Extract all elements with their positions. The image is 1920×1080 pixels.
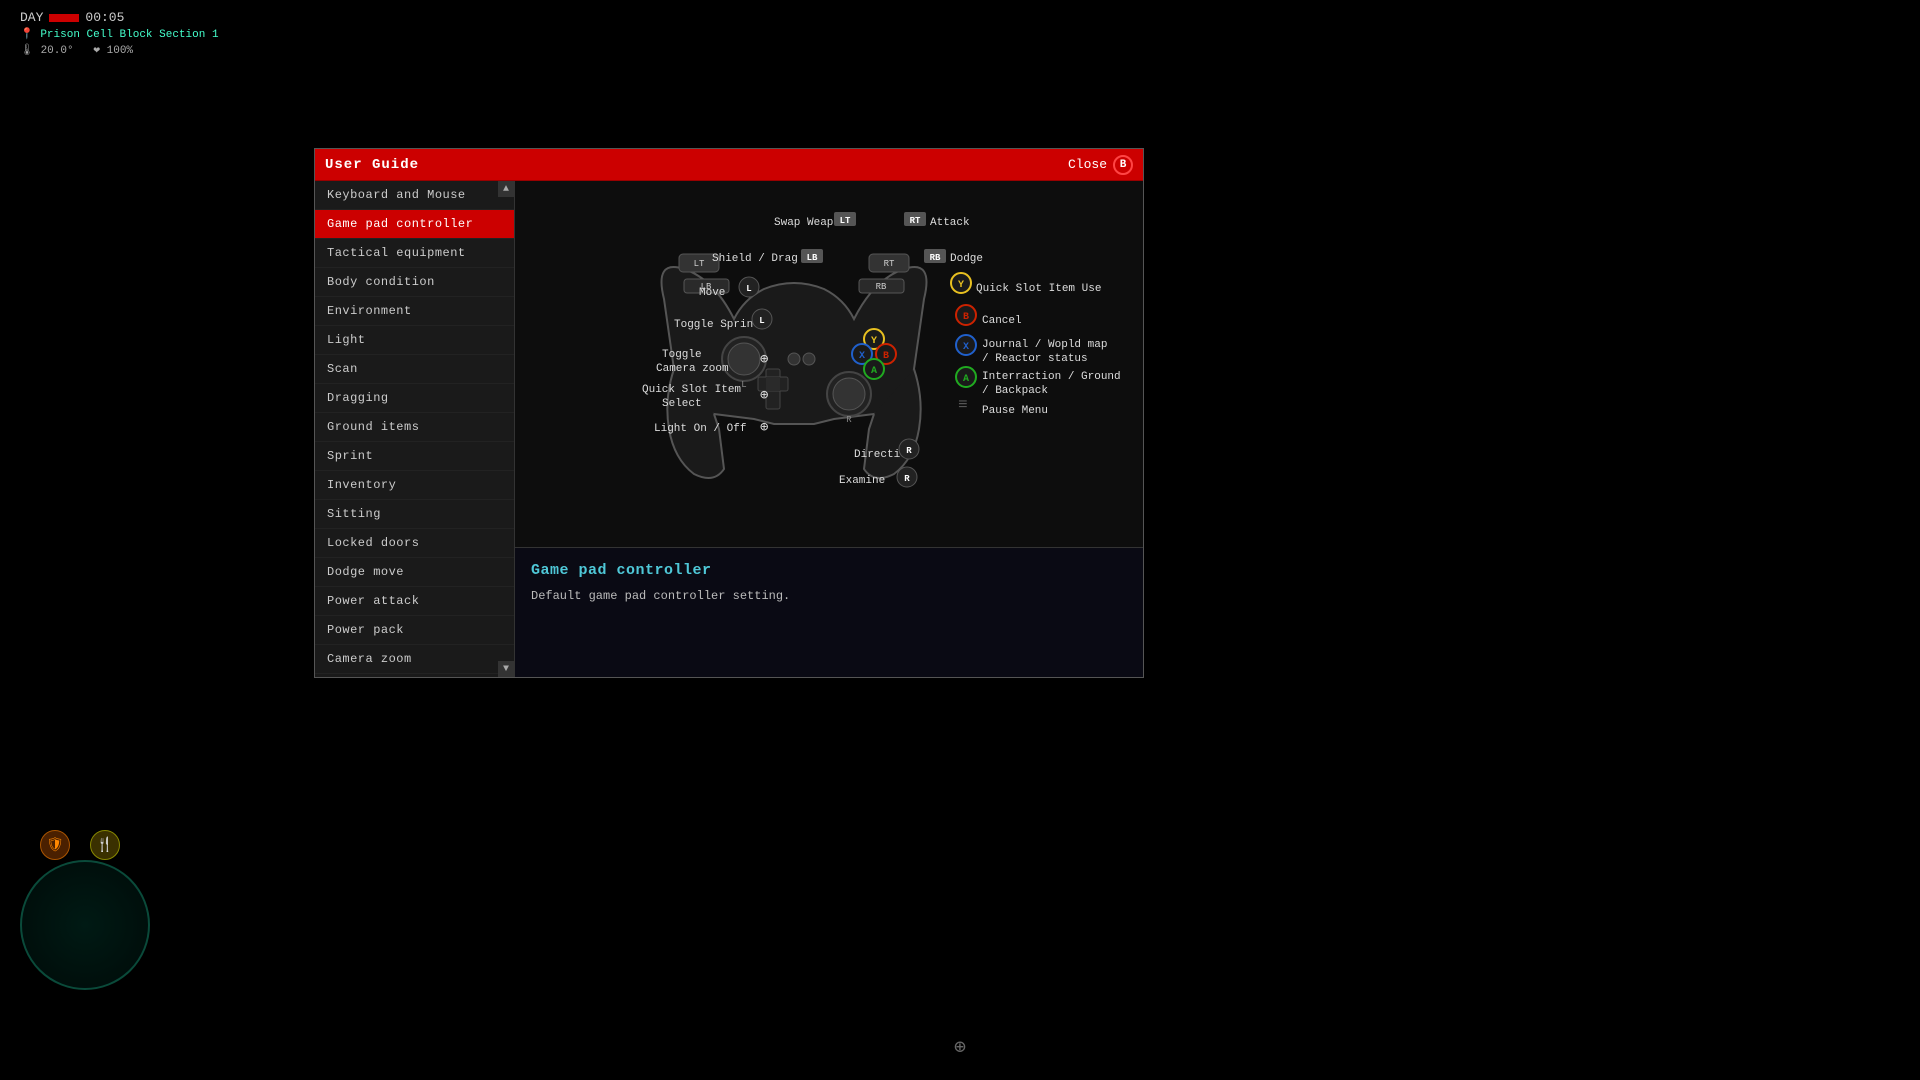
svg-text:RB: RB	[930, 253, 941, 263]
svg-text:Camera zoom: Camera zoom	[656, 363, 729, 375]
sidebar-item-dodge-move[interactable]: Dodge move	[315, 558, 514, 587]
sidebar-item-shield[interactable]: Shield	[315, 674, 514, 677]
svg-text:RT: RT	[884, 259, 895, 269]
controller-diagram: Y B X A	[534, 199, 1124, 529]
svg-text:Attack: Attack	[930, 217, 970, 229]
sidebar-item-inventory[interactable]: Inventory	[315, 471, 514, 500]
svg-text:Shield / Drag: Shield / Drag	[712, 253, 798, 265]
hud-icons-row: 🛡 🍴	[40, 830, 120, 860]
svg-text:Light On / Off: Light On / Off	[654, 423, 746, 435]
close-button[interactable]: Close B	[1068, 155, 1133, 175]
svg-text:Interraction / Ground: Interraction / Ground	[982, 371, 1121, 383]
sidebar-item-environment[interactable]: Environment	[315, 297, 514, 326]
sidebar-item-ground-items[interactable]: Ground items	[315, 413, 514, 442]
main-content: Y B X A	[515, 181, 1143, 677]
svg-text:≡: ≡	[958, 396, 968, 414]
sidebar-item-body-condition[interactable]: Body condition	[315, 268, 514, 297]
svg-text:B: B	[883, 351, 889, 362]
sidebar: ▲ Keyboard and Mouse Game pad controller…	[315, 181, 515, 677]
description-title: Game pad controller	[531, 562, 1127, 579]
svg-text:L: L	[741, 380, 746, 390]
svg-text:L: L	[759, 316, 764, 326]
sidebar-scroll-up[interactable]: ▲	[498, 181, 514, 197]
svg-text:RB: RB	[876, 282, 887, 292]
sidebar-item-sprint[interactable]: Sprint	[315, 442, 514, 471]
svg-text:Y: Y	[871, 336, 877, 347]
hud-location: 📍 Prison Cell Block Section 1	[20, 27, 219, 41]
sidebar-item-tactical-equipment[interactable]: Tactical equipment	[315, 239, 514, 268]
dialog-body: ▲ Keyboard and Mouse Game pad controller…	[315, 181, 1143, 677]
description-text: Default game pad controller setting.	[531, 587, 1127, 606]
svg-text:R: R	[906, 446, 912, 456]
sidebar-item-power-pack[interactable]: Power pack	[315, 616, 514, 645]
svg-text:/ Backpack: / Backpack	[982, 385, 1048, 397]
controller-svg: Y B X A	[534, 199, 1124, 529]
user-guide-dialog: User Guide Close B ▲ Keyboard and Mouse …	[314, 148, 1144, 678]
sidebar-item-camera-zoom[interactable]: Camera zoom	[315, 645, 514, 674]
sidebar-item-power-attack[interactable]: Power attack	[315, 587, 514, 616]
svg-text:Dodge: Dodge	[950, 253, 983, 265]
close-circle-icon: B	[1113, 155, 1133, 175]
hud-stats: 🌡 20.0° ❤ 100%	[20, 43, 219, 57]
svg-text:X: X	[859, 351, 865, 362]
sidebar-scroll-down[interactable]: ▼	[498, 661, 514, 677]
svg-text:B: B	[963, 312, 969, 323]
svg-text:RT: RT	[910, 216, 921, 226]
svg-text:Quick Slot Item Use: Quick Slot Item Use	[976, 283, 1101, 295]
svg-text:LT: LT	[694, 259, 705, 269]
sidebar-item-scan[interactable]: Scan	[315, 355, 514, 384]
svg-text:Quick Slot Item: Quick Slot Item	[642, 384, 741, 396]
sidebar-item-sitting[interactable]: Sitting	[315, 500, 514, 529]
svg-text:/ Reactor status: / Reactor status	[982, 353, 1088, 365]
sidebar-item-dragging[interactable]: Dragging	[315, 384, 514, 413]
dialog-title: User Guide	[325, 157, 419, 173]
hud-radar-circle	[20, 860, 150, 990]
svg-text:L: L	[746, 284, 751, 294]
svg-text:R: R	[846, 415, 852, 425]
health-bar	[49, 14, 79, 22]
svg-text:Y: Y	[958, 280, 964, 291]
svg-text:Cancel: Cancel	[982, 315, 1022, 327]
hud-radar	[20, 860, 150, 990]
hud-timer: DAY 00:05	[20, 10, 219, 25]
svg-text:Toggle: Toggle	[662, 349, 702, 361]
svg-text:Move: Move	[699, 287, 725, 299]
svg-text:Journal / Wopld map: Journal / Wopld map	[982, 339, 1107, 351]
sidebar-item-keyboard-mouse[interactable]: Keyboard and Mouse	[315, 181, 514, 210]
controller-area: Y B X A	[515, 181, 1143, 547]
svg-text:Examine: Examine	[839, 475, 885, 487]
description-area: Game pad controller Default game pad con…	[515, 547, 1143, 677]
hud-icon-shield: 🛡	[40, 830, 70, 860]
svg-text:X: X	[963, 342, 969, 353]
timer-value: 00:05	[85, 10, 124, 25]
crosshair: ⊕	[954, 1034, 966, 1060]
hud-top-left: DAY 00:05 📍 Prison Cell Block Section 1 …	[20, 10, 219, 57]
hud-icon-food: 🍴	[90, 830, 120, 860]
svg-text:Toggle Sprint: Toggle Sprint	[674, 319, 760, 331]
svg-text:⊕: ⊕	[760, 420, 769, 436]
svg-text:A: A	[871, 366, 877, 377]
svg-text:LB: LB	[807, 253, 818, 263]
svg-text:LT: LT	[840, 216, 851, 226]
svg-text:A: A	[963, 374, 969, 385]
sidebar-item-locked-doors[interactable]: Locked doors	[315, 529, 514, 558]
close-label: Close	[1068, 157, 1107, 172]
sidebar-item-light[interactable]: Light	[315, 326, 514, 355]
svg-text:⊕: ⊕	[760, 388, 769, 404]
svg-text:⊕: ⊕	[760, 352, 769, 368]
svg-text:R: R	[904, 474, 910, 484]
day-label: DAY	[20, 10, 43, 25]
sidebar-item-game-pad[interactable]: Game pad controller	[315, 210, 514, 239]
dialog-title-bar: User Guide Close B	[315, 149, 1143, 181]
svg-text:Pause Menu: Pause Menu	[982, 405, 1048, 417]
svg-text:Select: Select	[662, 398, 702, 410]
